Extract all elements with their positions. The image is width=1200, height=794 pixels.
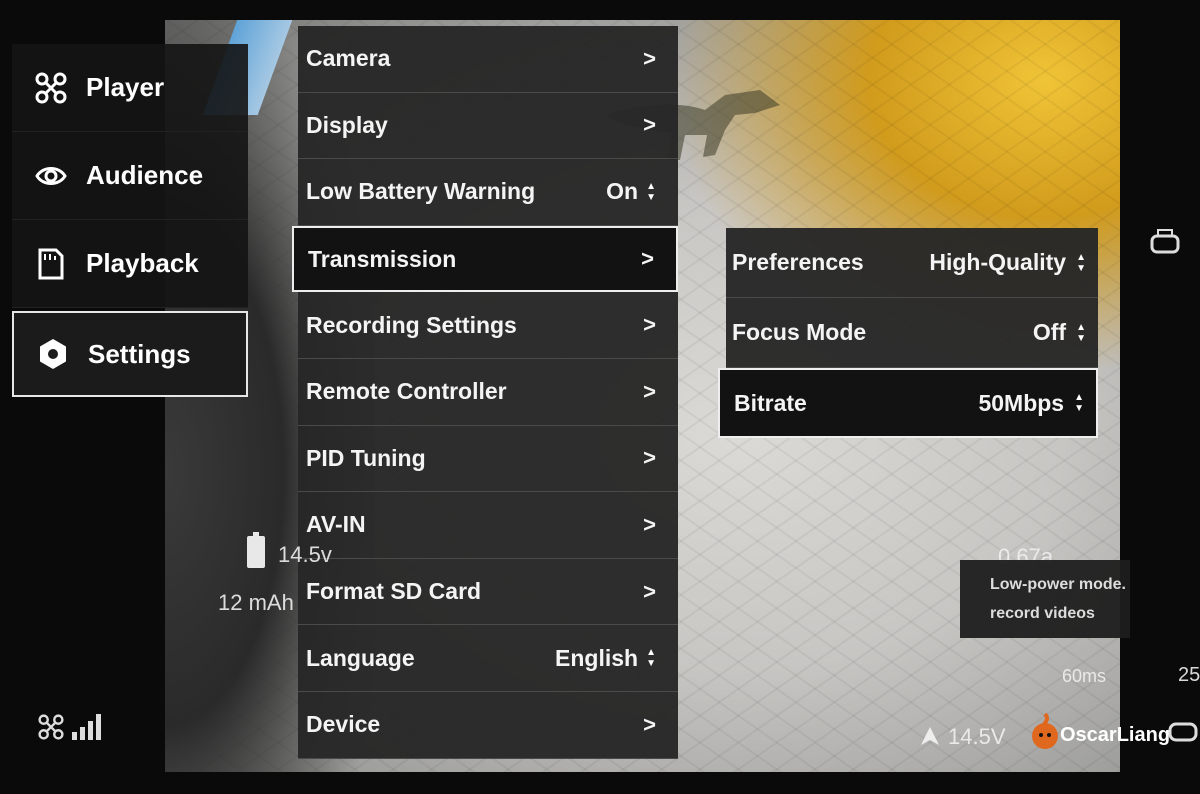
submenu-item-value: 50Mbps	[978, 389, 1065, 416]
sidebar-item-label: Playback	[86, 248, 199, 278]
menu-item-label: Remote Controller	[306, 378, 507, 405]
oscarliang-logo-icon	[1032, 712, 1058, 749]
chevron-right-icon: >	[643, 312, 656, 338]
sidebar-item-playback[interactable]: Playback	[12, 220, 248, 308]
menu-item-transmission[interactable]: Transmission >	[292, 225, 678, 293]
submenu-item-label: Bitrate	[734, 389, 807, 416]
osd-right-value: 25	[1178, 664, 1200, 686]
menu-item-label: Transmission	[308, 245, 457, 272]
chevron-right-icon: >	[641, 246, 654, 272]
submenu-item-preferences[interactable]: Preferences High-Quality ▲ ▼	[726, 228, 1098, 298]
sidebar-item-label: Settings	[88, 338, 191, 369]
sidebar-item-player[interactable]: Player	[12, 44, 248, 132]
menu-item-label: Format SD Card	[306, 578, 482, 605]
up-down-arrow-icon[interactable]: ▲ ▼	[1076, 252, 1086, 274]
menu-item-format-sd-card[interactable]: Format SD Card >	[298, 558, 678, 626]
goggles-side-icon	[1150, 229, 1180, 254]
up-down-arrow-icon[interactable]: ▲ ▼	[1074, 392, 1084, 414]
sidebar-item-settings[interactable]: Settings	[12, 311, 248, 397]
hexagon-settings-icon	[36, 337, 70, 371]
sidebar-item-audience[interactable]: Audience	[12, 132, 248, 220]
submenu-item-label: Focus Mode	[732, 319, 867, 345]
chevron-right-icon: >	[643, 378, 656, 404]
main-sidebar: Player Audience Playback Settings	[12, 44, 248, 397]
up-down-arrow-icon[interactable]: ▲ ▼	[646, 181, 656, 203]
osd-latency: 60ms	[1062, 666, 1107, 686]
up-down-arrow-icon[interactable]: ▲ ▼	[1076, 322, 1086, 344]
osd-voltage-bottom: 14.5V	[948, 724, 1006, 749]
chevron-right-icon: >	[643, 112, 656, 138]
goggles-icon	[1168, 722, 1198, 742]
transmission-submenu: Preferences High-Quality ▲ ▼ Focus Mode O…	[718, 228, 1098, 438]
menu-item-label: PID Tuning	[306, 444, 426, 471]
menu-item-pid-tuning[interactable]: PID Tuning >	[298, 425, 678, 493]
submenu-item-label: Preferences	[732, 249, 864, 275]
menu-item-label: Language	[306, 644, 415, 671]
submenu-item-focus-mode[interactable]: Focus Mode Off ▲ ▼	[726, 298, 1098, 368]
eye-icon	[34, 159, 68, 193]
menu-item-language[interactable]: Language English ▲ ▼	[298, 625, 678, 692]
submenu-item-bitrate[interactable]: Bitrate 50Mbps ▲ ▼	[718, 368, 1098, 438]
chevron-right-icon: >	[643, 578, 656, 604]
menu-item-device[interactable]: Device >	[298, 691, 678, 759]
low-power-warning: Low-power mode. Unable record videos	[960, 560, 1130, 638]
osd-battery-voltage: 14.5v	[278, 542, 332, 567]
chevron-right-icon: >	[643, 45, 656, 71]
osd-capacity: 12 mAh	[218, 590, 294, 615]
arrow-up-icon	[921, 727, 939, 745]
menu-item-av-in[interactable]: AV-IN >	[298, 492, 678, 559]
menu-item-label: AV-IN	[306, 511, 366, 538]
menu-item-value: English	[555, 644, 639, 671]
chevron-right-icon: >	[643, 445, 656, 471]
settings-menu: Camera > Display > Low Battery Warning O…	[292, 26, 678, 759]
battery-icon	[247, 532, 265, 568]
menu-item-value: On	[606, 178, 639, 205]
chevron-right-icon: >	[643, 511, 656, 537]
signal-bars-icon	[72, 714, 101, 740]
sidebar-item-label: Audience	[86, 160, 204, 190]
menu-item-recording-settings[interactable]: Recording Settings >	[298, 292, 678, 359]
submenu-item-value: High-Quality	[929, 249, 1067, 275]
warning-line-1: Low-power mode. Unable	[990, 576, 1130, 593]
menu-item-remote-controller[interactable]: Remote Controller >	[298, 358, 678, 426]
menu-item-label: Camera	[306, 45, 391, 72]
signal-indicator	[38, 714, 101, 740]
watermark: OscarLiang	[1060, 724, 1171, 746]
menu-item-label: Low Battery Warning	[306, 178, 536, 205]
menu-item-camera[interactable]: Camera >	[298, 26, 678, 93]
menu-item-display[interactable]: Display >	[298, 92, 678, 160]
warning-line-2: record videos	[990, 605, 1095, 622]
chevron-right-icon: >	[643, 711, 656, 737]
submenu-item-value: Off	[1032, 319, 1067, 345]
menu-item-label: Recording Settings	[306, 311, 517, 338]
menu-item-label: Display	[306, 111, 388, 138]
drone-icon	[38, 714, 64, 740]
sidebar-item-label: Player	[86, 72, 165, 102]
sd-card-icon	[34, 247, 68, 281]
menu-item-label: Device	[306, 711, 381, 738]
up-down-arrow-icon[interactable]: ▲ ▼	[646, 647, 656, 669]
menu-item-low-battery-warning[interactable]: Low Battery Warning On ▲ ▼	[298, 159, 678, 226]
drone-icon	[34, 71, 68, 105]
